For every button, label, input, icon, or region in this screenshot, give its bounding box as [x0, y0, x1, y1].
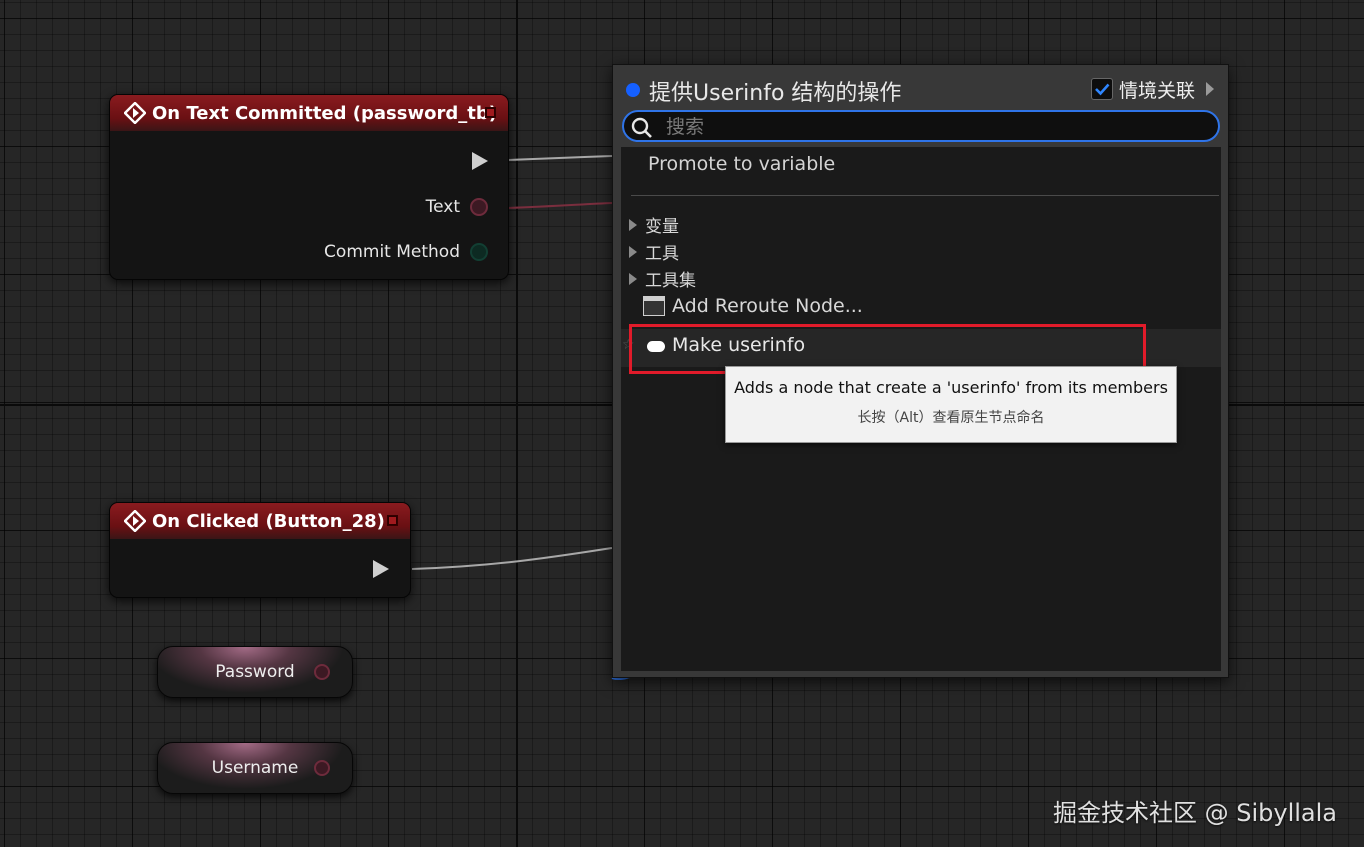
username-output-pin[interactable]	[314, 760, 330, 776]
add-reroute-node-item[interactable]: Add Reroute Node...	[643, 295, 863, 317]
struct-type-icon	[626, 83, 640, 97]
delegate-pin[interactable]	[485, 107, 496, 118]
tooltip: Adds a node that create a 'userinfo' fro…	[725, 366, 1177, 443]
username-variable-label: Username	[211, 758, 299, 778]
tooltip-description: Adds a node that create a 'userinfo' fro…	[734, 378, 1168, 397]
on-clicked-title: On Clicked (Button_28)	[152, 510, 385, 532]
on-text-committed-node[interactable]: On Text Committed (password_tb) Text Com…	[109, 94, 509, 280]
divider	[631, 195, 1219, 196]
exec-wire-on-clicked	[411, 547, 613, 570]
search-input[interactable]	[664, 115, 1168, 139]
checkmark-icon	[1095, 83, 1110, 96]
exec-wire-text-committed	[507, 155, 613, 161]
category-label: 工具	[645, 244, 679, 264]
tooltip-hint: 长按（Alt）查看原生节点命名	[857, 410, 1045, 426]
password-output-pin[interactable]	[314, 664, 330, 680]
struct-wire-text	[507, 202, 613, 209]
on-text-committed-header[interactable]: On Text Committed (password_tb)	[110, 95, 508, 131]
password-variable-node[interactable]: Password	[157, 646, 353, 698]
password-variable-label: Password	[215, 662, 295, 682]
text-pin-label: Text	[425, 197, 460, 217]
add-reroute-node-label: Add Reroute Node...	[672, 295, 863, 317]
category-utilities[interactable]: 工具	[629, 239, 679, 264]
exec-output-pin[interactable]	[373, 560, 389, 578]
collapse-arrow-icon	[629, 245, 637, 258]
category-variables[interactable]: 变量	[629, 212, 679, 237]
expand-arrow-icon[interactable]	[1206, 82, 1214, 96]
watermark: 掘金技术社区 @ Sibyllala	[1053, 799, 1338, 827]
action-menu-title: 提供Userinfo 结构的操作	[649, 81, 902, 106]
text-pin[interactable]	[470, 198, 488, 216]
on-clicked-node[interactable]: On Clicked (Button_28)	[109, 502, 411, 598]
commit-method-pin-row[interactable]: Commit Method	[324, 242, 488, 262]
category-label: 工具集	[645, 271, 696, 291]
category-toolsets[interactable]: 工具集	[629, 266, 696, 291]
search-box[interactable]	[622, 110, 1220, 142]
username-variable-node[interactable]: Username	[157, 742, 353, 794]
promote-to-variable-item[interactable]: Promote to variable	[648, 153, 835, 175]
on-clicked-header[interactable]: On Clicked (Button_28)	[110, 503, 410, 539]
event-diamond-icon	[124, 510, 146, 532]
commit-method-pin[interactable]	[470, 243, 488, 261]
reroute-node-icon	[643, 296, 665, 316]
context-sensitive-checkbox[interactable]	[1091, 78, 1113, 100]
collapse-arrow-icon	[629, 218, 637, 231]
commit-method-pin-label: Commit Method	[324, 242, 460, 262]
search-icon	[631, 117, 652, 138]
text-pin-row[interactable]: Text	[426, 197, 488, 217]
context-sensitive-label[interactable]: 情境关联	[1119, 76, 1195, 103]
delegate-pin[interactable]	[387, 515, 398, 526]
category-label: 变量	[645, 217, 679, 237]
event-diamond-icon	[124, 102, 146, 124]
exec-output-pin[interactable]	[472, 152, 488, 170]
on-text-committed-title: On Text Committed (password_tb)	[152, 102, 497, 124]
collapse-arrow-icon	[629, 272, 637, 285]
